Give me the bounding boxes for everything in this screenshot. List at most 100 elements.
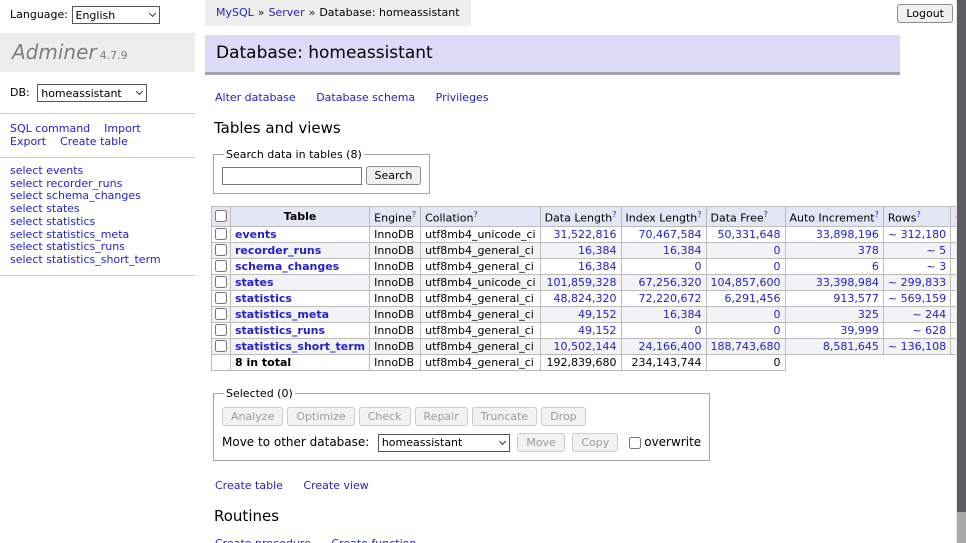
breadcrumb-mysql-link[interactable]: MySQL xyxy=(216,6,254,19)
auto-increment-link[interactable]: 913,577 xyxy=(833,292,879,305)
help-link[interactable]: ? xyxy=(916,210,920,219)
row-checkbox[interactable] xyxy=(215,228,227,240)
rows-count-link[interactable]: ~ 244 xyxy=(912,308,946,321)
data-length-link[interactable]: 101,859,328 xyxy=(547,276,617,289)
sidebar-table-link[interactable]: statistics_short_term xyxy=(46,253,160,266)
data-free-link[interactable]: 50,331,648 xyxy=(718,228,781,241)
privileges-link[interactable]: Privileges xyxy=(436,91,489,104)
index-length-link[interactable]: 67,256,320 xyxy=(639,276,702,289)
sidebar-table-link[interactable]: schema_changes xyxy=(46,189,141,202)
data-free-link[interactable]: 188,743,680 xyxy=(711,340,781,353)
table-name-link[interactable]: states xyxy=(235,276,274,289)
rows-count-link[interactable]: ~ 312,180 xyxy=(888,228,946,241)
select-all-checkbox[interactable] xyxy=(215,210,227,222)
rows-count-link[interactable]: ~ 3 xyxy=(926,260,946,273)
data-length-link[interactable]: 48,824,320 xyxy=(554,292,617,305)
index-length-link[interactable]: 0 xyxy=(695,260,702,273)
help-link[interactable]: ? xyxy=(473,210,477,219)
help-link[interactable]: ? xyxy=(412,210,416,219)
sidebar-create-table-link[interactable]: Create table xyxy=(60,135,128,148)
auto-increment-link[interactable]: 325 xyxy=(858,308,879,321)
sidebar-export-link[interactable]: Export xyxy=(10,135,46,148)
sidebar-table-link[interactable]: events xyxy=(46,164,83,177)
help-link[interactable]: ? xyxy=(764,210,768,219)
data-length-link[interactable]: 16,384 xyxy=(578,244,617,257)
row-checkbox[interactable] xyxy=(215,308,227,320)
sidebar-sql-command-link[interactable]: SQL command xyxy=(10,122,90,135)
optimize-button[interactable]: Optimize xyxy=(287,407,354,426)
sidebar-select-link[interactable]: select xyxy=(10,253,43,266)
index-length-link[interactable]: 72,220,672 xyxy=(639,292,702,305)
create-function-link[interactable]: Create function xyxy=(331,537,416,543)
row-checkbox[interactable] xyxy=(215,292,227,304)
row-checkbox[interactable] xyxy=(215,260,227,272)
create-table-link[interactable]: Create table xyxy=(215,479,283,492)
index-length-link[interactable]: 70,467,584 xyxy=(639,228,702,241)
sidebar-select-link[interactable]: select xyxy=(10,228,43,241)
help-link[interactable]: ? xyxy=(612,210,616,219)
auto-increment-link[interactable]: 378 xyxy=(858,244,879,257)
check-button[interactable]: Check xyxy=(359,407,411,426)
help-link[interactable]: ? xyxy=(697,210,701,219)
data-free-link[interactable]: 0 xyxy=(774,260,781,273)
auto-increment-link[interactable]: 8,581,645 xyxy=(823,340,879,353)
sidebar-select-link[interactable]: select xyxy=(10,164,43,177)
rows-count-link[interactable]: ~ 136,108 xyxy=(888,340,946,353)
table-name-link[interactable]: recorder_runs xyxy=(235,244,321,257)
data-free-link[interactable]: 0 xyxy=(774,308,781,321)
table-name-link[interactable]: events xyxy=(235,228,277,241)
rows-count-link[interactable]: ~ 5 xyxy=(926,244,946,257)
rows-count-link[interactable]: ~ 628 xyxy=(912,324,946,337)
auto-increment-link[interactable]: 33,398,984 xyxy=(816,276,879,289)
create-view-link[interactable]: Create view xyxy=(303,479,368,492)
vertical-scrollbar[interactable] xyxy=(956,0,966,543)
sidebar-table-link[interactable]: recorder_runs xyxy=(46,177,122,190)
help-link[interactable]: ? xyxy=(875,210,879,219)
overwrite-checkbox[interactable] xyxy=(629,437,641,449)
row-checkbox[interactable] xyxy=(215,244,227,256)
table-name-link[interactable]: statistics_runs xyxy=(235,324,325,337)
breadcrumb-server-link[interactable]: Server xyxy=(269,6,305,19)
move-database-select[interactable]: homeassistant xyxy=(378,434,510,452)
index-length-link[interactable]: 16,384 xyxy=(663,244,702,257)
adminer-logo-link[interactable]: Adminer xyxy=(12,40,97,64)
copy-button[interactable]: Copy xyxy=(572,433,618,452)
search-button[interactable]: Search xyxy=(366,166,422,185)
row-checkbox[interactable] xyxy=(215,276,227,288)
sidebar-import-link[interactable]: Import xyxy=(104,122,141,135)
sidebar-select-link[interactable]: select xyxy=(10,215,43,228)
sidebar-table-link[interactable]: states xyxy=(46,202,80,215)
move-button[interactable]: Move xyxy=(517,433,565,452)
auto-increment-link[interactable]: 6 xyxy=(872,260,879,273)
search-input[interactable] xyxy=(222,167,362,185)
table-name-link[interactable]: schema_changes xyxy=(235,260,339,273)
data-length-link[interactable]: 49,152 xyxy=(578,324,617,337)
truncate-button[interactable]: Truncate xyxy=(472,407,537,426)
data-free-link[interactable]: 6,291,456 xyxy=(725,292,781,305)
auto-increment-link[interactable]: 39,999 xyxy=(840,324,879,337)
language-select[interactable]: English xyxy=(72,6,160,24)
alter-database-link[interactable]: Alter database xyxy=(215,91,296,104)
sidebar-table-link[interactable]: statistics xyxy=(46,215,95,228)
rows-count-link[interactable]: ~ 569,159 xyxy=(888,292,946,305)
rows-count-link[interactable]: ~ 299,833 xyxy=(888,276,946,289)
data-length-link[interactable]: 31,522,816 xyxy=(554,228,617,241)
analyze-button[interactable]: Analyze xyxy=(222,407,283,426)
table-name-link[interactable]: statistics xyxy=(235,292,292,305)
data-length-link[interactable]: 49,152 xyxy=(578,308,617,321)
data-free-link[interactable]: 0 xyxy=(774,244,781,257)
auto-increment-link[interactable]: 33,898,196 xyxy=(816,228,879,241)
overwrite-label[interactable]: overwrite xyxy=(644,435,701,449)
sidebar-select-link[interactable]: select xyxy=(10,189,43,202)
db-select[interactable]: homeassistant xyxy=(37,84,147,102)
table-name-link[interactable]: statistics_short_term xyxy=(235,340,365,353)
drop-button[interactable]: Drop xyxy=(541,407,585,426)
sidebar-table-link[interactable]: statistics_meta xyxy=(46,228,129,241)
sidebar-select-link[interactable]: select xyxy=(10,240,43,253)
index-length-link[interactable]: 24,166,400 xyxy=(639,340,702,353)
row-checkbox[interactable] xyxy=(215,324,227,336)
data-length-link[interactable]: 10,502,144 xyxy=(554,340,617,353)
sidebar-select-link[interactable]: select xyxy=(10,202,43,215)
table-name-link[interactable]: statistics_meta xyxy=(235,308,329,321)
data-free-link[interactable]: 0 xyxy=(774,324,781,337)
